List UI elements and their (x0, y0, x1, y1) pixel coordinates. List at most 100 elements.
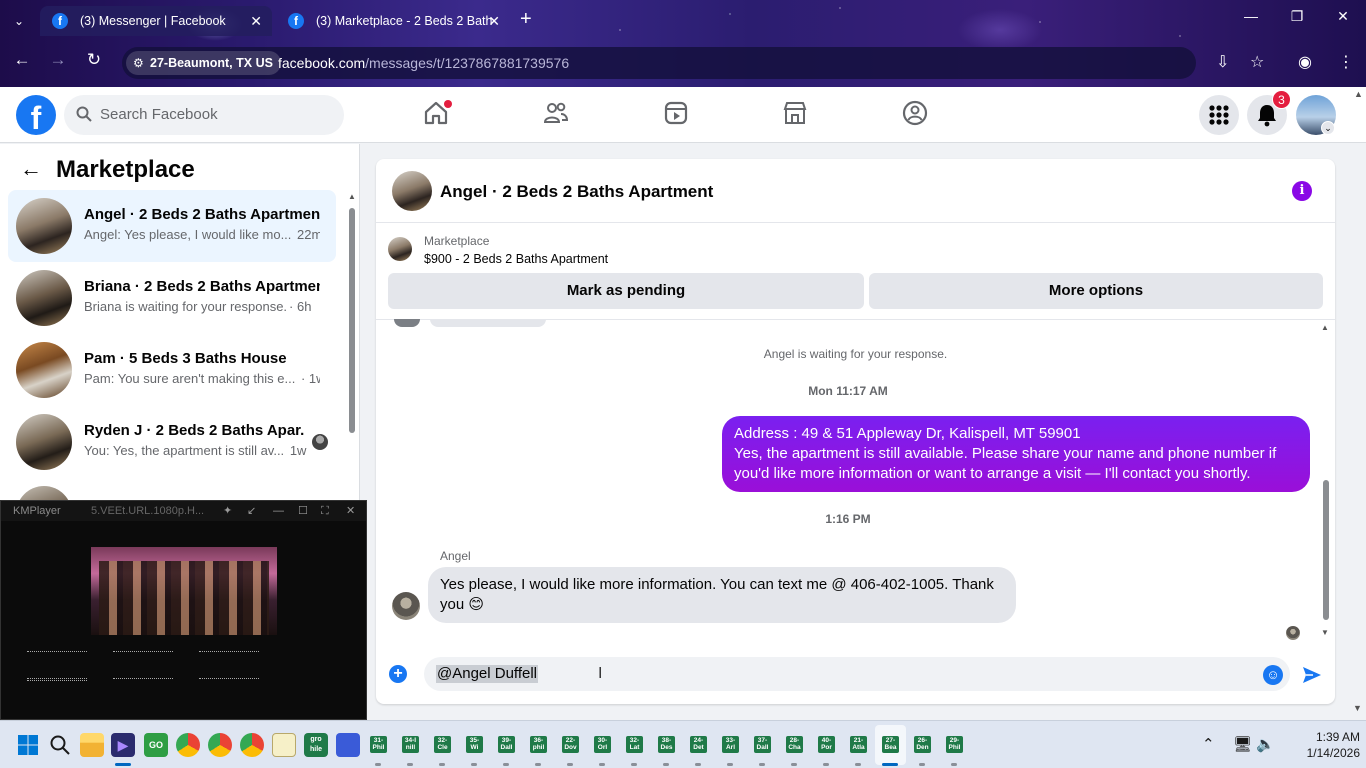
emoji-icon[interactable]: ☺ (1263, 665, 1283, 685)
taskbar-app-button[interactable]: 24-Det (690, 736, 707, 753)
fullscreen-icon[interactable]: ⛶ (321, 501, 329, 521)
taskbar-app-button[interactable]: 32-Cle (434, 736, 451, 753)
info-icon[interactable]: i (1292, 181, 1312, 201)
marketplace-icon[interactable] (781, 99, 809, 127)
minimize-icon[interactable]: — (273, 501, 284, 521)
app-icon[interactable]: GO (144, 733, 168, 757)
chrome-icon[interactable] (176, 733, 200, 757)
site-info-chip[interactable]: ⚙ 27-Beaumont, TX US (126, 51, 281, 75)
shrink-icon[interactable]: ↙ (247, 501, 256, 521)
close-icon[interactable]: ✕ (346, 501, 355, 521)
notepad-icon[interactable] (272, 733, 296, 757)
menu-grid-button[interactable] (1199, 95, 1239, 135)
taskbar-app-button[interactable]: 39-Dall (498, 736, 515, 753)
back-icon[interactable]: ← (10, 50, 34, 70)
restore-icon[interactable]: ❐ (1282, 8, 1312, 25)
taskbar-app-button[interactable]: 38-Des (658, 736, 675, 753)
chrome-icon[interactable] (240, 733, 264, 757)
close-tab-icon[interactable]: ✕ (488, 6, 500, 36)
video-frame[interactable] (91, 547, 277, 635)
search-input[interactable]: Search Facebook (64, 95, 344, 135)
taskbar-app-button[interactable]: 34-I nill (402, 736, 419, 753)
network-icon[interactable]: 🖥 (1233, 735, 1252, 753)
install-app-icon[interactable]: ⇩ (1216, 52, 1229, 72)
scrollbar-thumb[interactable] (1323, 480, 1329, 620)
scroll-up-icon[interactable]: ▲ (348, 192, 356, 201)
forward-icon[interactable]: → (46, 50, 70, 70)
taskbar-app-button[interactable]: 29-Phil (946, 736, 963, 753)
bookmark-star-icon[interactable]: ☆ (1250, 52, 1264, 72)
outgoing-message[interactable]: Address : 49 & 51 Appleway Dr, Kalispell… (722, 416, 1310, 492)
taskbar-app-button[interactable]: 33-Arl (722, 736, 739, 753)
running-indicator (882, 763, 898, 766)
scroll-down-icon[interactable]: ▼ (1321, 628, 1329, 637)
chat-scrollbar[interactable]: ▲ ▼ (1320, 323, 1332, 643)
chat-avatar[interactable] (392, 171, 432, 211)
scrollbar-thumb[interactable] (349, 208, 355, 433)
tab-search-dropdown-icon[interactable]: ⌄ (8, 10, 30, 32)
search-icon[interactable] (48, 733, 72, 757)
friends-icon[interactable] (542, 99, 570, 127)
conversation-item[interactable]: Briana · 2 Beds 2 Baths Apartment Briana… (8, 262, 336, 334)
close-tab-icon[interactable]: ✕ (250, 6, 262, 36)
taskbar-app-button[interactable]: 30-Orl (594, 736, 611, 753)
chevron-down-icon[interactable]: ⌄ (1321, 121, 1335, 135)
new-tab-button[interactable]: + (520, 8, 532, 31)
conversation-item[interactable]: Angel · 2 Beds 2 Baths Apartment Angel: … (8, 190, 336, 262)
back-arrow-icon[interactable]: ← (20, 156, 42, 182)
message-input[interactable]: @Angel Duffell I (424, 657, 1290, 691)
add-attachment-icon[interactable]: + (389, 665, 407, 683)
mark-pending-button[interactable]: Mark as pending (388, 273, 864, 309)
kmplayer-window[interactable]: KMPlayer 5.VEEt.URL.1080p.H... ✦ ↙ — ☐ ⛶… (0, 500, 367, 720)
taskbar-app-button[interactable]: 40-Por (818, 736, 835, 753)
chat-title[interactable]: Angel · 2 Beds 2 Baths Apartment (440, 159, 713, 225)
taskbar-app-button[interactable]: 26-Den (914, 736, 931, 753)
facebook-logo-icon[interactable]: f (16, 95, 56, 136)
close-window-icon[interactable]: ✕ (1328, 8, 1358, 25)
taskbar-app-button[interactable]: 27-Bea (882, 736, 899, 753)
groups-icon[interactable] (901, 99, 929, 127)
video-icon[interactable] (662, 99, 690, 127)
app-icon[interactable]: gro hile (304, 733, 328, 757)
sidebar-scrollbar[interactable]: ▲ (346, 190, 358, 500)
incoming-message[interactable]: Yes please, I would like more informatio… (428, 567, 1016, 623)
conversation-item[interactable]: Pam · 5 Beds 3 Baths House Pam: You sure… (8, 334, 336, 406)
conversation-item[interactable]: Ryden J · 2 Beds 2 Baths Apar... You: Ye… (8, 406, 336, 478)
file-explorer-icon[interactable] (80, 733, 104, 757)
chrome-icon[interactable] (208, 733, 232, 757)
pin-icon[interactable]: ✦ (223, 501, 232, 521)
taskbar-app-button[interactable]: 22-Dov (562, 736, 579, 753)
minimize-icon[interactable]: — (1236, 8, 1266, 24)
url-text[interactable]: facebook.com/messages/t/1237867881739576 (278, 47, 569, 79)
taskbar-app-button[interactable]: 21-Atla (850, 736, 867, 753)
scroll-up-icon[interactable]: ▲ (1321, 323, 1329, 332)
more-options-button[interactable]: More options (869, 273, 1323, 309)
taskbar-app-button[interactable]: 37-Dall (754, 736, 771, 753)
sender-avatar[interactable] (392, 592, 420, 620)
kmplayer-taskbar-icon[interactable]: ▶ (111, 733, 135, 757)
page-scroll-up-icon[interactable]: ▲ (1354, 89, 1363, 99)
taskbar-app-button[interactable]: 31-Phil (370, 736, 387, 753)
kmplayer-titlebar[interactable]: KMPlayer 5.VEEt.URL.1080p.H... ✦ ↙ — ☐ ⛶… (1, 501, 366, 521)
taskbar-app-button[interactable]: 32-Lat (626, 736, 643, 753)
listing-thumbnail (16, 270, 72, 326)
profile-icon[interactable]: ◉ (1298, 52, 1312, 72)
facebook-top-bar: f Search Facebook (0, 87, 1366, 143)
page-scroll-down-icon[interactable]: ▼ (1353, 703, 1362, 713)
reload-icon[interactable]: ↻ (82, 50, 106, 70)
address-bar[interactable]: ⚙ 27-Beaumont, TX US facebook.com/messag… (122, 47, 1196, 79)
browser-menu-icon[interactable]: ⋮ (1338, 52, 1354, 72)
send-icon[interactable] (1301, 664, 1323, 686)
tab-marketplace[interactable]: f (3) Marketplace - 2 Beds 2 Bath ✕ (276, 6, 510, 36)
system-clock[interactable]: 1:39 AM 1/14/2026 (1290, 729, 1360, 761)
taskbar-app-button[interactable]: 36-phil (530, 736, 547, 753)
volume-icon[interactable]: 🔈 (1256, 735, 1275, 753)
windows-start-icon[interactable] (16, 733, 40, 757)
taskbar-app-button[interactable]: 35-Wi (466, 736, 483, 753)
tab-messenger[interactable]: f (3) Messenger | Facebook ✕ (40, 6, 272, 36)
show-hidden-icons[interactable]: ⌃ (1202, 735, 1215, 753)
maximize-icon[interactable]: ☐ (298, 501, 308, 521)
app-icon[interactable] (336, 733, 360, 757)
partial-message (430, 319, 546, 327)
taskbar-app-button[interactable]: 28-Cha (786, 736, 803, 753)
